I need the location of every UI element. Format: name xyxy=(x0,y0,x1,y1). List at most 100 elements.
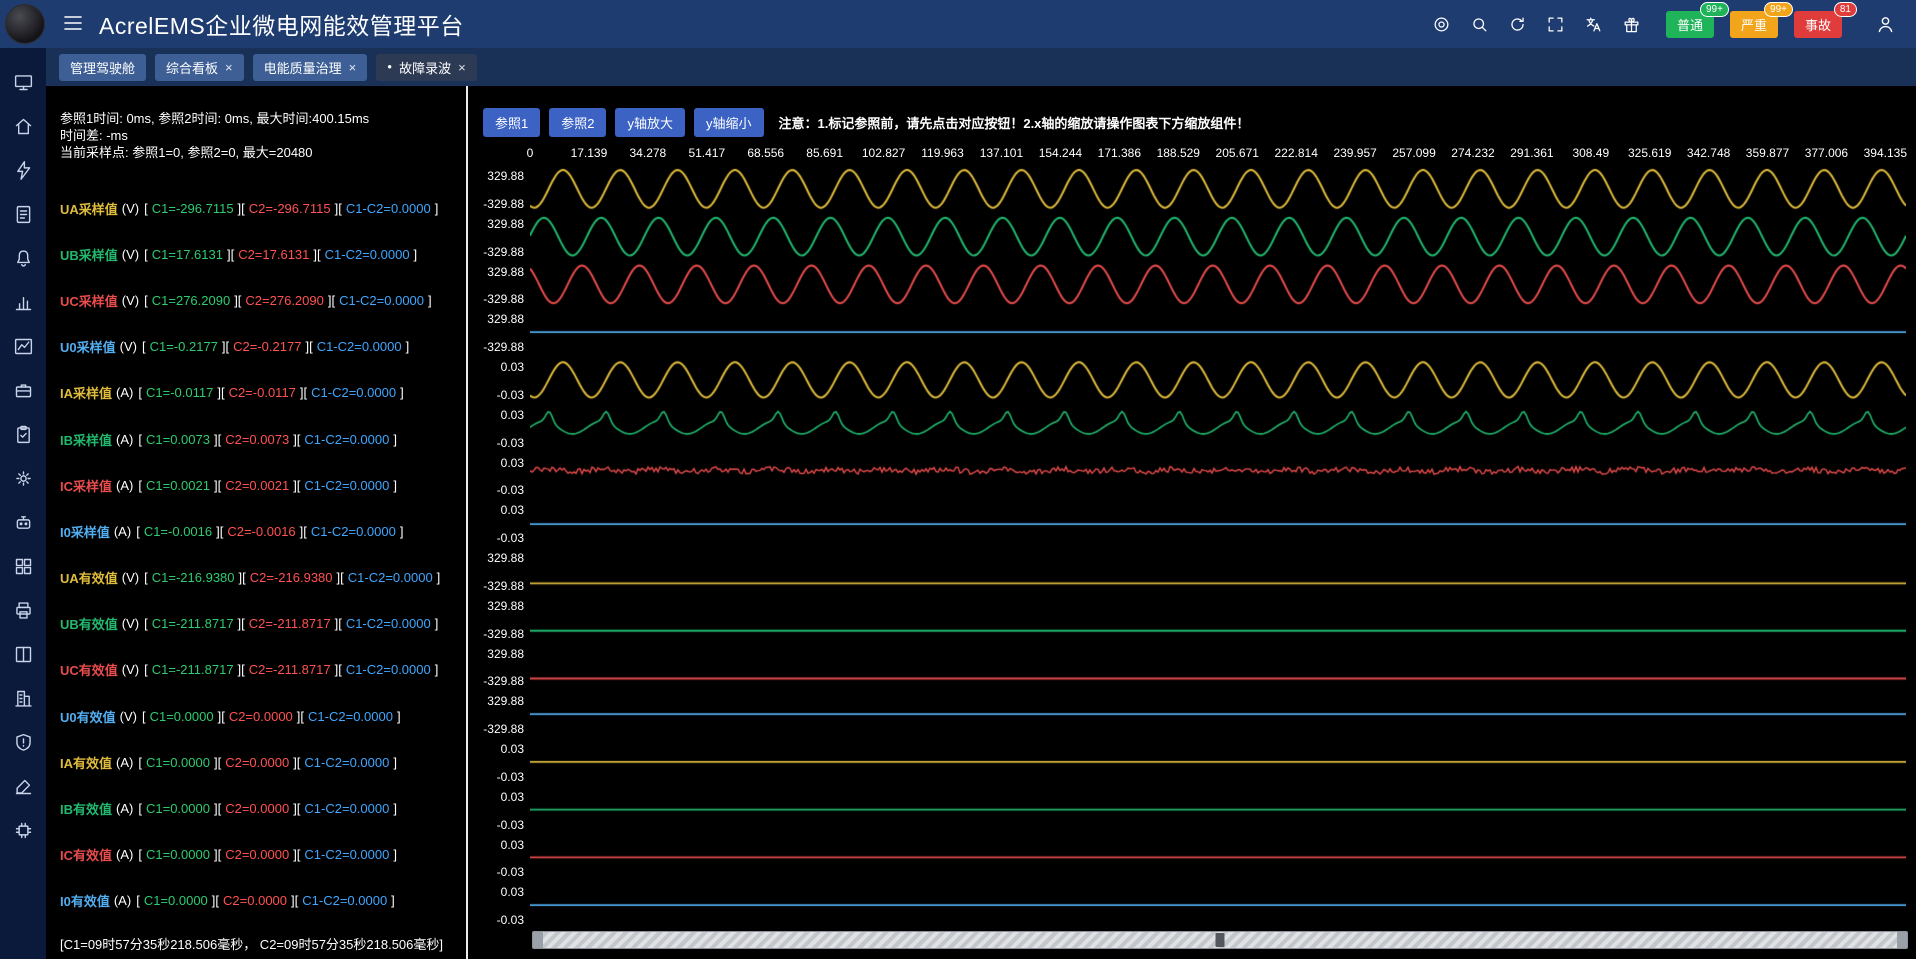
alarm-button-accident[interactable]: 事故81 xyxy=(1794,11,1842,38)
bracket: ][ xyxy=(234,293,241,308)
sidebar-item-clipboard[interactable] xyxy=(0,412,46,456)
energy-icon xyxy=(13,160,34,181)
target-button[interactable] xyxy=(1430,13,1453,36)
channel-unit: (V) xyxy=(122,201,139,216)
channel-c2-value: C2=-211.8717 xyxy=(245,616,335,631)
y-axis-label: 329.88 xyxy=(468,169,524,183)
tab-power-quality[interactable]: 电能质量治理 × xyxy=(253,54,368,81)
home-icon xyxy=(13,116,34,137)
channel-c2-value: C2=0.0073 xyxy=(221,432,293,447)
bracket: ][ xyxy=(335,662,342,677)
zoom-grip[interactable] xyxy=(1216,933,1225,947)
sidebar-item-home[interactable] xyxy=(0,104,46,148)
y-axis-label: -0.03 xyxy=(468,436,524,450)
tab-label: 故障录波 xyxy=(399,58,451,77)
channel-c1-value: C1=0.0000 xyxy=(146,709,218,724)
channel-row: UB采样值(V)[C1=17.6131][C2=17.6131][C1-C2=0… xyxy=(60,231,466,277)
sidebar-item-alarm[interactable] xyxy=(0,236,46,280)
close-tab-icon[interactable]: × xyxy=(225,60,233,75)
sidebar-item-edit[interactable] xyxy=(0,764,46,808)
zoom-handle-right[interactable] xyxy=(1897,932,1907,948)
sidebar-item-trend[interactable] xyxy=(0,324,46,368)
translate-button[interactable] xyxy=(1582,13,1605,36)
channel-label: UC采样值 xyxy=(60,291,118,310)
bracket: ][ xyxy=(293,801,300,816)
sidebar-item-robot[interactable] xyxy=(0,500,46,544)
search-button[interactable] xyxy=(1468,13,1491,36)
bracket: ][ xyxy=(297,709,304,724)
y-axis-label: -0.03 xyxy=(468,388,524,402)
alarm-label: 普通 xyxy=(1677,18,1703,33)
channel-c1-value: C1=-0.0016 xyxy=(140,524,216,539)
tab-dashboard[interactable]: 管理驾驶舱 xyxy=(59,54,146,81)
tab-kanban[interactable]: 综合看板× xyxy=(155,54,244,81)
y-zoom-in-button[interactable]: y轴放大 xyxy=(615,108,685,137)
sidebar-item-building[interactable] xyxy=(0,676,46,720)
sidebar-item-energy[interactable] xyxy=(0,148,46,192)
alarm-icon xyxy=(13,248,34,269)
sidebar-item-shield[interactable] xyxy=(0,720,46,764)
user-avatar[interactable] xyxy=(5,4,45,44)
channel-label: U0有效值 xyxy=(60,707,116,726)
menu-icon[interactable] xyxy=(59,9,87,40)
x-axis-tick: 0 xyxy=(527,146,534,160)
alarm-button-normal[interactable]: 普通99+ xyxy=(1666,11,1714,38)
channel-c1-value: C1=-211.8717 xyxy=(148,662,238,677)
fullscreen-button[interactable] xyxy=(1544,13,1567,36)
sidebar-item-printer[interactable] xyxy=(0,588,46,632)
channel-diff-value: C1-C2=0.0000 xyxy=(342,616,435,631)
close-tab-icon[interactable]: × xyxy=(349,60,357,75)
channel-diff-value: C1-C2=0.0000 xyxy=(300,432,393,447)
bracket: ][ xyxy=(291,893,298,908)
measurement-panel: 参照1时间: 0ms, 参照2时间: 0ms, 最大时间:400.15ms 时间… xyxy=(46,86,466,959)
x-axis-tick: 205.671 xyxy=(1216,146,1259,160)
gift-button[interactable] xyxy=(1620,13,1643,36)
sidebar-item-report[interactable] xyxy=(0,192,46,236)
channel-row: UA采样值(V)[C1=-296.7115][C2=-296.7115][C1-… xyxy=(60,185,466,231)
channel-c2-value: C2=-296.7115 xyxy=(245,201,335,216)
sidebar-item-apps[interactable] xyxy=(0,544,46,588)
tab-bar: 管理驾驶舱综合看板×电能质量治理×●故障录波× xyxy=(46,48,1916,86)
book-icon xyxy=(13,644,34,665)
alarm-label: 严重 xyxy=(1741,18,1767,33)
sidebar-item-screen[interactable] xyxy=(0,60,46,104)
sidebar-item-bar-chart[interactable] xyxy=(0,280,46,324)
channel-c2-value: C2=17.6131 xyxy=(234,247,313,262)
waveform-canvas[interactable] xyxy=(530,165,1906,929)
ref1-button[interactable]: 参照1 xyxy=(483,108,540,137)
refresh-button[interactable] xyxy=(1506,13,1529,36)
sidebar-item-gear[interactable] xyxy=(0,456,46,500)
sidebar-item-book[interactable] xyxy=(0,632,46,676)
close-tab-icon[interactable]: × xyxy=(458,60,466,75)
channel-diff-value: C1-C2=0.0000 xyxy=(300,801,393,816)
tab-fault-record[interactable]: ●故障录波× xyxy=(376,54,476,81)
sidebar-item-briefcase[interactable] xyxy=(0,368,46,412)
bracket: ][ xyxy=(300,385,307,400)
sidebar-item-chip[interactable] xyxy=(0,808,46,852)
alarm-summary: 普通99+ 严重99+ 事故81 xyxy=(1666,11,1858,38)
building-icon xyxy=(13,688,34,709)
x-zoom-scrollbar[interactable] xyxy=(532,931,1908,949)
robot-icon xyxy=(13,512,34,533)
zoom-handle-left[interactable] xyxy=(533,932,543,948)
y-axis-label: -329.88 xyxy=(468,340,524,354)
tab-label: 电能质量治理 xyxy=(264,58,342,77)
y-axis-label: -0.03 xyxy=(468,483,524,497)
channel-label: UC有效值 xyxy=(60,660,118,679)
channel-label: IC有效值 xyxy=(60,845,112,864)
channel-diff-value: C1-C2=0.0000 xyxy=(335,293,428,308)
channel-c1-value: C1=0.0000 xyxy=(140,893,212,908)
user-icon[interactable] xyxy=(1873,12,1898,37)
ref2-button[interactable]: 参照2 xyxy=(549,108,606,137)
alarm-button-serious[interactable]: 严重99+ xyxy=(1730,11,1778,38)
y-axis-label: 329.88 xyxy=(468,599,524,613)
y-zoom-out-button[interactable]: y轴缩小 xyxy=(694,108,764,137)
report-icon xyxy=(13,204,34,225)
channel-c2-value: C2=-0.2177 xyxy=(229,339,305,354)
app-root: AcrelEMS企业微电网能效管理平台 普通99+严重99+事故81 管理驾驶舱… xyxy=(0,0,1916,959)
bracket: ][ xyxy=(335,616,342,631)
channel-unit: (V) xyxy=(122,293,139,308)
target-icon xyxy=(1432,15,1451,34)
channel-row: UC有效值(V)[C1=-211.8717][C2=-211.8717][C1-… xyxy=(60,647,466,693)
bracket: ][ xyxy=(214,755,221,770)
